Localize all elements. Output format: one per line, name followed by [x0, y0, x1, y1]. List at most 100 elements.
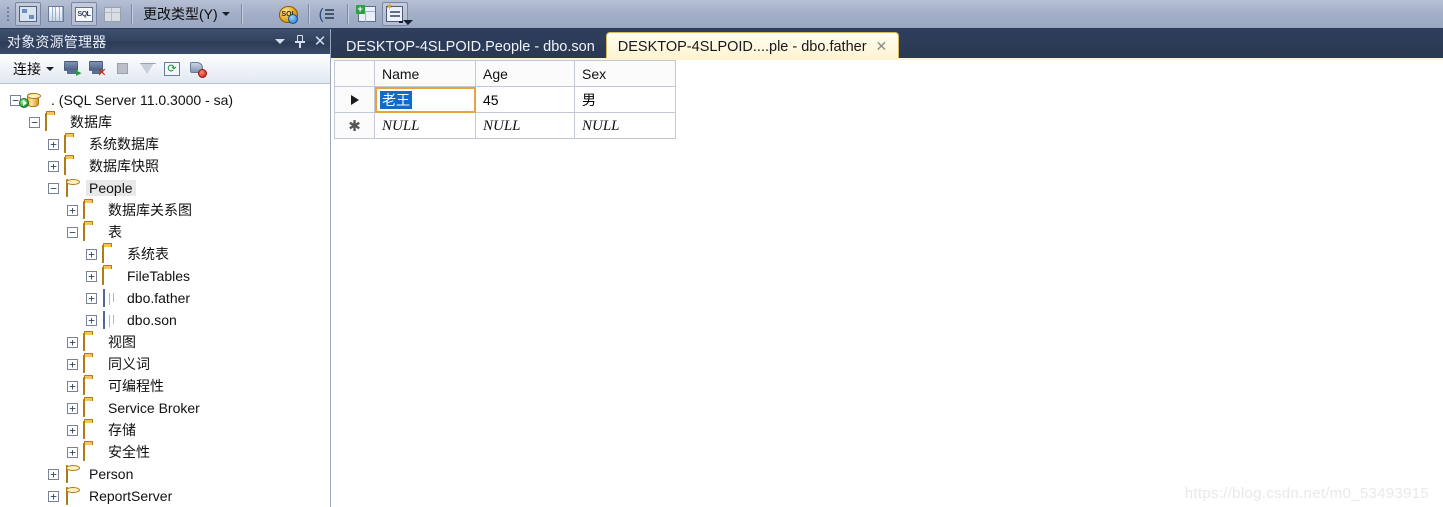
folder-icon: [83, 443, 101, 461]
grid-cell[interactable]: 老王: [374, 86, 476, 113]
verify-sql-icon[interactable]: SQL: [276, 2, 302, 26]
grid-corner-header[interactable]: [334, 60, 375, 87]
tree-node[interactable]: + dbo.father: [0, 287, 330, 309]
tree-node[interactable]: + 数据库关系图: [0, 199, 330, 221]
tree-node-label: Service Broker: [108, 400, 200, 416]
toolbar-grip[interactable]: [3, 5, 12, 23]
tree-node-label: ReportServer: [89, 488, 173, 504]
close-icon[interactable]: ✕: [310, 31, 330, 53]
expand-icon[interactable]: +: [86, 292, 97, 304]
sql-pane-icon[interactable]: SQL: [71, 2, 97, 26]
asterisk-icon: ✱: [348, 117, 361, 135]
change-type-dropdown[interactable]: 更改类型(Y): [137, 2, 236, 26]
tree-node-label: 视图: [108, 334, 136, 350]
grid-cell[interactable]: 男: [574, 86, 676, 113]
folder-icon: [83, 223, 101, 241]
object-explorer-toolbar: 连接 ▸ ✕ ⟳: [0, 54, 330, 84]
expand-icon[interactable]: +: [67, 336, 78, 348]
expand-icon[interactable]: +: [48, 138, 59, 150]
folder-icon: [83, 377, 101, 395]
tab-close-icon[interactable]: ✕: [876, 40, 888, 54]
expand-icon[interactable]: +: [48, 490, 59, 502]
results-grid-container: Name Age Sex 老王 45 男 ✱ NULL NULL NULL: [334, 60, 676, 139]
object-explorer-titlebar: 对象资源管理器 ✕: [0, 29, 330, 54]
disconnect-all-icon[interactable]: [186, 58, 208, 80]
tree-node[interactable]: + FileTables: [0, 265, 330, 287]
current-row-marker[interactable]: [334, 86, 375, 113]
tree-node[interactable]: + 视图: [0, 331, 330, 353]
collapse-icon[interactable]: −: [29, 116, 40, 128]
connect-button[interactable]: 连接: [9, 57, 58, 81]
tree-node[interactable]: − 表: [0, 221, 330, 243]
expand-icon[interactable]: +: [86, 314, 97, 326]
tree-node[interactable]: + 同义词: [0, 353, 330, 375]
tree-node-label: Person: [89, 466, 134, 482]
connect-server-icon[interactable]: ▸: [61, 58, 83, 80]
tree-node[interactable]: + dbo.son: [0, 309, 330, 331]
selected-cell-text: 老王: [380, 90, 412, 109]
expand-icon[interactable]: +: [48, 160, 59, 172]
tree-node[interactable]: + 可编程性: [0, 375, 330, 397]
expand-icon[interactable]: +: [67, 424, 78, 436]
tree-node[interactable]: − People: [0, 177, 330, 199]
results-pane-icon[interactable]: [99, 2, 125, 26]
expand-icon[interactable]: +: [67, 380, 78, 392]
grid-column-header[interactable]: Sex: [574, 60, 676, 87]
grid-cell[interactable]: NULL: [374, 112, 476, 139]
grid-column-header[interactable]: Name: [374, 60, 476, 87]
tree-node[interactable]: −. (SQL Server 11.0.3000 - sa): [0, 89, 330, 111]
stop-icon[interactable]: [111, 58, 133, 80]
tree-node[interactable]: + Person: [0, 463, 330, 485]
filter-icon[interactable]: [136, 58, 158, 80]
table-icon: [102, 311, 120, 329]
pin-icon[interactable]: [290, 31, 310, 53]
group-by-icon[interactable]: (: [315, 2, 341, 26]
refresh-icon[interactable]: ⟳: [161, 58, 183, 80]
table-row[interactable]: 老王 45 男: [334, 86, 676, 113]
database-diagram-icon[interactable]: [15, 2, 41, 26]
new-row-marker[interactable]: ✱: [334, 112, 375, 139]
tree-node-label: 存储: [108, 422, 136, 438]
document-tabstrip: DESKTOP-4SLPOID.People - dbo.son DESKTOP-…: [331, 29, 1443, 60]
object-explorer-panel: 对象资源管理器 ✕ 连接 ▸ ✕ ⟳ −. (SQL Server 11.0.3…: [0, 29, 331, 507]
tree-node[interactable]: + 数据库快照: [0, 155, 330, 177]
tree-node[interactable]: − 数据库: [0, 111, 330, 133]
tree-node[interactable]: + 系统表: [0, 243, 330, 265]
execute-sql-icon[interactable]: [248, 2, 274, 26]
tree-node[interactable]: + Service Broker: [0, 397, 330, 419]
expand-icon[interactable]: +: [67, 204, 78, 216]
expand-icon[interactable]: +: [67, 358, 78, 370]
grid-cell[interactable]: NULL: [574, 112, 676, 139]
grid-column-header[interactable]: Age: [475, 60, 575, 87]
document-tab-active[interactable]: DESKTOP-4SLPOID....ple - dbo.father ✕: [605, 32, 900, 60]
expand-icon[interactable]: +: [48, 468, 59, 480]
server-icon: [19, 92, 44, 108]
grid-cell[interactable]: 45: [475, 86, 575, 113]
collapse-icon[interactable]: −: [67, 226, 78, 238]
add-table-icon[interactable]: +: [354, 2, 380, 26]
object-explorer-tree[interactable]: −. (SQL Server 11.0.3000 - sa) − 数据库 + 系统数据库…: [0, 84, 330, 507]
panel-dropdown-icon[interactable]: [270, 31, 290, 53]
expand-icon[interactable]: +: [86, 270, 97, 282]
expand-icon[interactable]: +: [86, 248, 97, 260]
null-value: NULL: [582, 117, 620, 134]
tree-node[interactable]: + ReportServer: [0, 485, 330, 507]
expand-icon[interactable]: +: [67, 446, 78, 458]
collapse-icon[interactable]: −: [48, 182, 59, 194]
table-grid-icon[interactable]: [43, 2, 69, 26]
grid-cell[interactable]: NULL: [475, 112, 575, 139]
disconnect-server-icon[interactable]: ✕: [86, 58, 108, 80]
tree-node-label: 系统表: [127, 246, 169, 262]
table-row[interactable]: ✱ NULL NULL NULL: [334, 112, 676, 139]
expand-icon[interactable]: +: [67, 402, 78, 414]
tree-node[interactable]: + 安全性: [0, 441, 330, 463]
tree-node-label: 数据库: [70, 114, 112, 130]
document-tab[interactable]: DESKTOP-4SLPOID.People - dbo.son: [335, 33, 606, 60]
tree-node[interactable]: + 系统数据库: [0, 133, 330, 155]
toolbar-overflow-button[interactable]: [399, 4, 413, 25]
tree-node[interactable]: + 存储: [0, 419, 330, 441]
ssms-window: SQL 更改类型(Y) SQL ( + ✶ 对象资源管理器 ✕ 连接 ▸ ✕ ⟳…: [0, 0, 1443, 507]
toolbar-separator: [240, 4, 242, 24]
results-grid[interactable]: Name Age Sex 老王 45 男 ✱ NULL NULL NULL: [334, 60, 676, 139]
toolbar-separator: [346, 4, 348, 24]
